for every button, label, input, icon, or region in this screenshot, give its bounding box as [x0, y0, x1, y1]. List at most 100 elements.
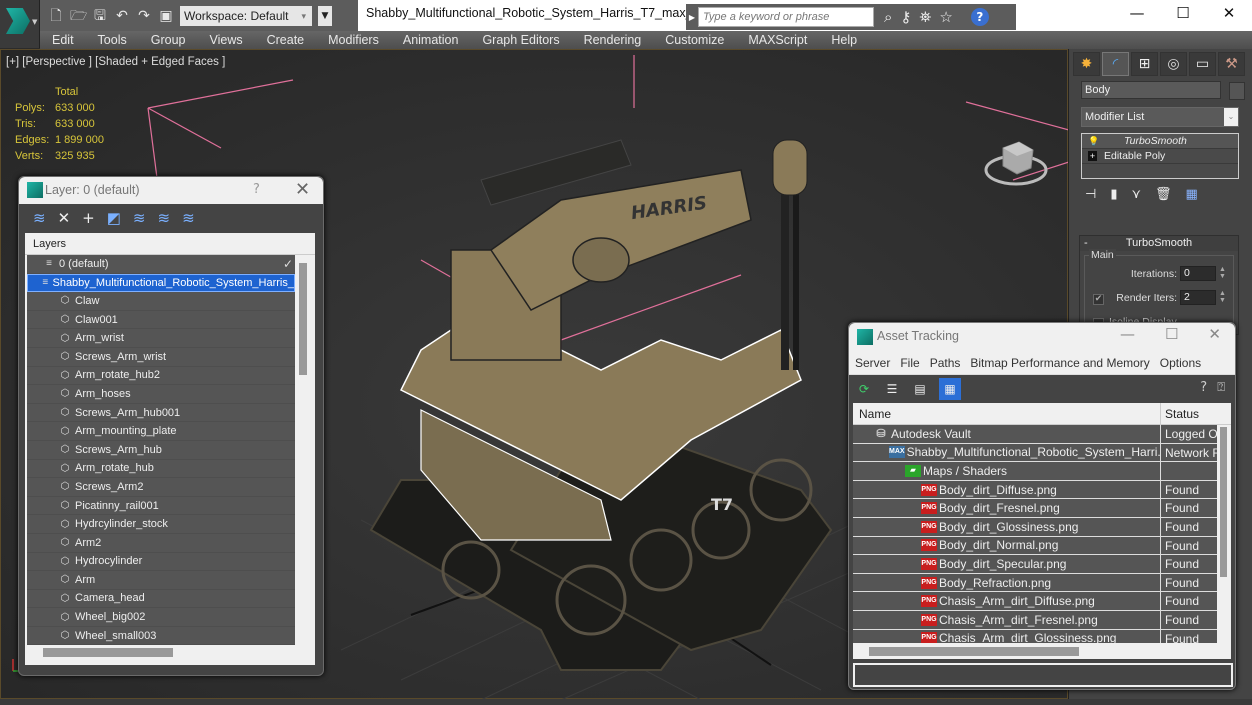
layer-object-row[interactable]: ⬡ Hydrocylinder [27, 553, 295, 572]
layer-object-row[interactable]: ⬡ Wheel_big002 [27, 608, 295, 627]
menu-graph-editors[interactable]: Graph Editors [470, 33, 571, 47]
scrollbar-thumb[interactable] [1220, 427, 1227, 577]
menu-options[interactable]: Options [1160, 356, 1201, 370]
utilities-tab-icon[interactable]: ⚒ [1218, 52, 1245, 76]
iterations-input[interactable]: 0 [1180, 266, 1216, 281]
select-layer-icon[interactable]: ≋ [133, 209, 146, 227]
delete-layer-icon[interactable]: ✕ [58, 209, 71, 227]
workspace-menu-button[interactable]: ▼ [318, 5, 332, 26]
asset-row[interactable]: PNG Body_dirt_Fresnel.png Found [853, 499, 1217, 518]
robot-model[interactable]: HARRIS T7 [361, 110, 841, 680]
show-end-result-icon[interactable]: ▮ [1110, 187, 1117, 202]
add-to-layer-icon[interactable]: + [82, 209, 95, 227]
configure-modifier-sets-icon[interactable]: ▦ [1186, 187, 1198, 202]
menu-file[interactable]: File [900, 356, 919, 370]
layer-object-row[interactable]: ⬡ Arm_rotate_hub [27, 460, 295, 479]
workspace-dropdown[interactable]: Workspace: Default ▾ [180, 5, 312, 26]
asset-row[interactable]: PNG Body_Refraction.png Found [853, 573, 1217, 593]
set-current-layer-icon[interactable]: ≋ [158, 209, 171, 227]
viewport-label[interactable]: [+] [Perspective ] [Shaded + Edged Faces… [6, 56, 225, 68]
layer-row-robot[interactable]: ≡ Shabby_Multifunctional_Robotic_System_H… [27, 273, 295, 293]
new-layer-icon[interactable]: ≋ [33, 209, 46, 227]
new-icon[interactable]: 🗋 [48, 8, 64, 24]
select-objects-icon[interactable]: ◩ [107, 209, 121, 227]
layer-object-row[interactable]: ⬡ Claw [27, 292, 295, 311]
layer-object-row[interactable]: ⬡ Arm_wrist [27, 329, 295, 348]
layer-object-row[interactable]: ⬡ Camera_head [27, 590, 295, 609]
menu-modifiers[interactable]: Modifiers [316, 33, 391, 47]
menu-group[interactable]: Group [139, 33, 198, 47]
current-layer-checkmark-icon[interactable]: ✓ [283, 257, 293, 271]
satellite-icon[interactable]: ⛯ [919, 8, 931, 26]
layer-object-row[interactable]: ⬡ Arm2 [27, 534, 295, 553]
pin-stack-icon[interactable]: ⊣ [1085, 187, 1096, 202]
vertical-scrollbar[interactable] [1219, 425, 1229, 643]
motion-tab-icon[interactable]: ◎ [1160, 52, 1187, 76]
hierarchy-tab-icon[interactable]: ⊞ [1131, 52, 1158, 76]
key-icon[interactable]: ⚷ [900, 8, 911, 26]
display-tab-icon[interactable]: ▭ [1189, 52, 1216, 76]
menu-maxscript[interactable]: MAXScript [736, 33, 819, 47]
render-iters-input[interactable]: 2 [1180, 290, 1216, 305]
name-column-header[interactable]: Name [853, 403, 1161, 424]
layer-object-row[interactable]: ⬡ Screws_Arm_wrist [27, 348, 295, 367]
expand-arrow-icon[interactable]: ▶ [686, 13, 698, 22]
render-iters-spinner[interactable]: ▲ ▼ [1219, 290, 1227, 305]
expand-plus-icon[interactable]: + [1088, 151, 1097, 161]
asset-path-field[interactable] [853, 663, 1233, 687]
layer-object-row[interactable]: ⬡ Screws_Arm2 [27, 478, 295, 497]
menu-help[interactable]: Help [819, 33, 869, 47]
horizontal-scrollbar[interactable] [869, 647, 1079, 656]
star-icon[interactable]: ☆ [939, 8, 952, 26]
stack-item-editable-poly[interactable]: + Editable Poly [1082, 149, 1238, 164]
modifier-list-dropdown[interactable]: Modifier List ⌄ [1081, 107, 1239, 127]
layer-object-row[interactable]: ⬡ Arm_hoses [27, 385, 295, 404]
menu-rendering[interactable]: Rendering [572, 33, 654, 47]
menu-customize[interactable]: Customize [653, 33, 736, 47]
menu-bitmap-performance[interactable]: Bitmap Performance and Memory [970, 356, 1149, 370]
list-view-icon[interactable]: ☰ [883, 380, 901, 398]
help-button[interactable]: ? [253, 182, 260, 197]
status-column-header[interactable]: Status [1161, 403, 1199, 424]
minimize-button[interactable]: — [1120, 325, 1135, 343]
maximize-button[interactable]: ☐ [1165, 325, 1178, 343]
remove-modifier-icon[interactable]: 🗑 [1155, 187, 1172, 202]
menu-create[interactable]: Create [255, 33, 317, 47]
layer-object-row[interactable]: ⬡ Wheel_small003 [27, 627, 295, 645]
layer-object-row[interactable]: ⬡ Claw001 [27, 311, 295, 330]
asset-row[interactable]: PNG Body_dirt_Normal.png Found [853, 536, 1217, 556]
table-view-icon[interactable]: ▦ [939, 378, 961, 400]
iterations-spinner[interactable]: ▲ ▼ [1219, 266, 1227, 281]
help-icon[interactable]: ? [1200, 380, 1207, 395]
lightbulb-icon[interactable]: 💡 [1088, 136, 1099, 146]
layer-object-row[interactable]: ⬡ Picatinny_rail001 [27, 497, 295, 516]
binoculars-icon[interactable]: ⌕ [884, 8, 892, 26]
layer-window-titlebar[interactable]: Layer: 0 (default) ? ✕ [19, 177, 323, 204]
search-input[interactable]: Type a keyword or phrase [698, 7, 874, 27]
close-button[interactable]: ✕ [295, 179, 310, 200]
redo-icon[interactable]: ↷ [136, 8, 152, 24]
close-button[interactable]: ✕ [1208, 325, 1221, 343]
asset-row[interactable]: ▰ Maps / Shaders [853, 462, 1217, 481]
layer-object-row[interactable]: ⬡ Arm_mounting_plate [27, 422, 295, 441]
render-iters-checkbox[interactable]: ✔ [1093, 294, 1104, 305]
asset-row[interactable]: PNG Chasis_Arm_dirt_Diffuse.png Found [853, 592, 1217, 611]
create-tab-icon[interactable]: ✸ [1073, 52, 1100, 76]
vertical-scrollbar[interactable] [297, 255, 311, 645]
menu-edit[interactable]: Edit [40, 33, 86, 47]
layer-settings-icon[interactable]: ≋ [182, 209, 195, 227]
project-folder-icon[interactable]: ▣ [158, 8, 174, 24]
modify-tab-icon[interactable]: ◜ [1102, 52, 1129, 76]
asset-row[interactable]: ⛁ Autodesk Vault Logged O [853, 425, 1217, 444]
make-unique-icon[interactable]: ⋎ [1131, 187, 1141, 202]
horizontal-scrollbar[interactable] [43, 648, 173, 657]
save-icon[interactable]: 🖫 [92, 8, 108, 24]
menu-tools[interactable]: Tools [86, 33, 139, 47]
layer-object-row[interactable]: ⬡ Screws_Arm_hub [27, 441, 295, 460]
object-name-field[interactable]: Body [1081, 81, 1221, 99]
layer-object-row[interactable]: ⬡ Arm_rotate_hub2 [27, 367, 295, 386]
collapse-icon[interactable]: - [1084, 236, 1088, 251]
menu-paths[interactable]: Paths [930, 356, 961, 370]
asset-window-titlebar[interactable]: Asset Tracking — ☐ ✕ [849, 323, 1235, 351]
app-menu-button[interactable]: ▼ [0, 0, 40, 48]
